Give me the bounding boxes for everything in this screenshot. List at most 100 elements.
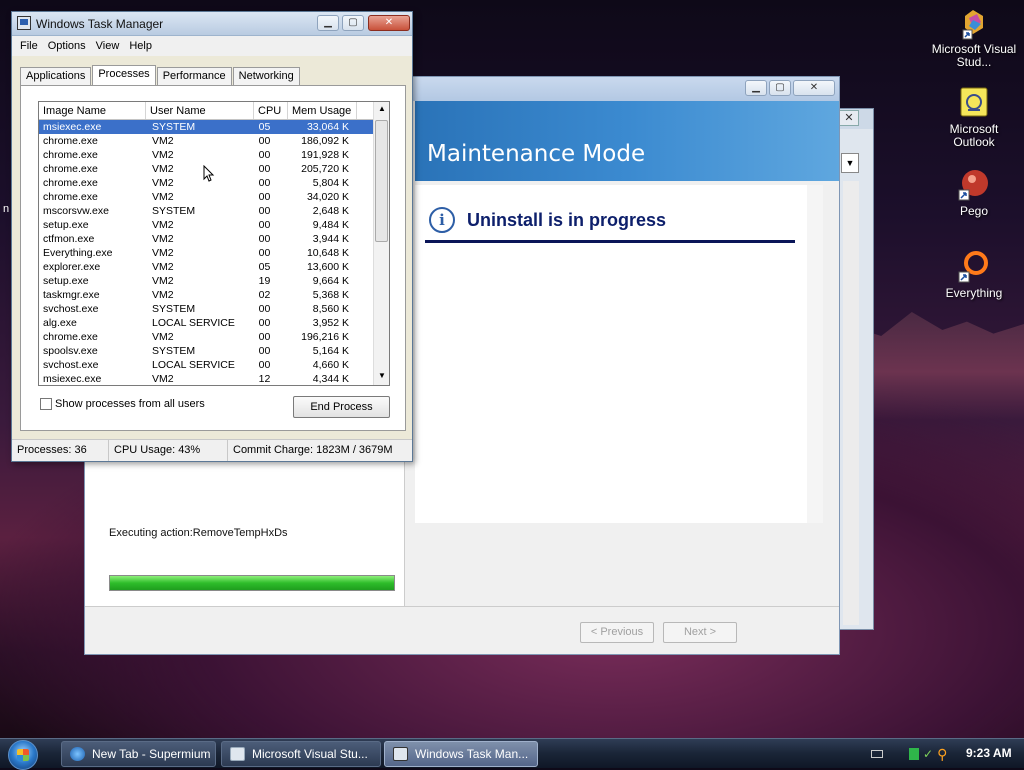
task-manager-icon: [393, 747, 408, 761]
next-button[interactable]: Next >: [663, 622, 737, 643]
close-button[interactable]: ✕: [793, 80, 835, 96]
minimize-button[interactable]: ▁: [745, 80, 767, 96]
column-mem-usage[interactable]: Mem Usage: [288, 102, 357, 119]
desktop-icon-pego[interactable]: Pego: [929, 168, 1019, 218]
menu-options[interactable]: Options: [48, 40, 86, 52]
process-user-name: VM2: [152, 275, 174, 287]
menu-file[interactable]: File: [20, 40, 38, 52]
process-image-name: explorer.exe: [43, 261, 101, 273]
status-bar: Processes: 36 CPU Usage: 43% Commit Char…: [12, 439, 412, 461]
process-mem-usage: 2,648 K: [312, 205, 349, 217]
process-row[interactable]: setup.exe VM2 00 9,484 K: [39, 218, 389, 232]
close-icon[interactable]: ✕: [839, 110, 859, 126]
background-window-scrollbar[interactable]: [843, 181, 859, 625]
taskbar-item-browser[interactable]: New Tab - Supermium: [61, 741, 216, 767]
installer-content: i Uninstall is in progress: [415, 185, 807, 523]
task-manager-icon: [17, 16, 31, 30]
chevron-down-icon[interactable]: ▼: [841, 153, 859, 173]
minimize-button[interactable]: ▁: [317, 15, 339, 31]
checkbox-box[interactable]: [40, 398, 52, 410]
uninstall-title: Uninstall is in progress: [467, 209, 667, 230]
process-row[interactable]: explorer.exe VM2 05 13,600 K: [39, 260, 389, 274]
process-row[interactable]: ctfmon.exe VM2 00 3,944 K: [39, 232, 389, 246]
end-process-button[interactable]: End Process: [293, 396, 390, 418]
process-list[interactable]: Image Name User Name CPU Mem Usage msiex…: [38, 101, 390, 386]
process-image-name: ctfmon.exe: [43, 233, 95, 245]
process-mem-usage: 10,648 K: [306, 247, 349, 259]
taskbar-item-task-manager[interactable]: Windows Task Man...: [384, 741, 538, 767]
process-cpu: 00: [258, 317, 271, 329]
scroll-up-icon[interactable]: ▲: [376, 104, 388, 116]
column-image-name[interactable]: Image Name: [39, 102, 146, 119]
process-cpu: 00: [258, 163, 271, 175]
task-manager-titlebar[interactable]: Windows Task Manager ▁ ▢ ✕: [12, 12, 412, 36]
process-row[interactable]: chrome.exe VM2 00 34,020 K: [39, 190, 389, 204]
process-row[interactable]: mscorsvw.exe SYSTEM 00 2,648 K: [39, 204, 389, 218]
tab-applications[interactable]: Applications: [20, 67, 92, 85]
menu-view[interactable]: View: [96, 40, 120, 52]
scrollbar-thumb[interactable]: [375, 120, 388, 242]
desktop-icon-outlook[interactable]: Microsoft Outlook: [929, 86, 1019, 149]
process-mem-usage: 33,064 K: [306, 121, 349, 133]
uninstall-heading: i Uninstall is in progress: [429, 207, 666, 233]
process-cpu: 12: [258, 373, 271, 385]
process-user-name: VM2: [152, 373, 174, 385]
process-mem-usage: 191,928 K: [301, 149, 349, 161]
process-row[interactable]: alg.exe LOCAL SERVICE 00 3,952 K: [39, 316, 389, 330]
process-image-name: chrome.exe: [43, 163, 98, 175]
process-mem-usage: 5,368 K: [312, 289, 349, 301]
process-cpu: 00: [258, 247, 271, 259]
background-window[interactable]: ✕ ▼: [838, 108, 874, 630]
close-button[interactable]: ✕: [368, 15, 410, 31]
column-user-name[interactable]: User Name: [146, 102, 254, 119]
tab-networking[interactable]: Networking: [232, 67, 300, 85]
process-row[interactable]: taskmgr.exe VM2 02 5,368 K: [39, 288, 389, 302]
process-cpu: 00: [258, 191, 271, 203]
process-cpu: 19: [258, 275, 271, 287]
process-cpu: 02: [258, 289, 271, 301]
process-row[interactable]: Everything.exe VM2 00 10,648 K: [39, 246, 389, 260]
tab-performance[interactable]: Performance: [156, 67, 232, 85]
menu-help[interactable]: Help: [129, 40, 152, 52]
process-image-name: msiexec.exe: [43, 121, 102, 133]
keyboard-icon[interactable]: [871, 750, 883, 758]
desktop-icon-visual-studio[interactable]: Microsoft Visual Stud...: [929, 6, 1019, 69]
content-scrollbar[interactable]: [807, 185, 823, 523]
tab-processes[interactable]: Processes: [92, 65, 156, 85]
previous-button[interactable]: < Previous: [580, 622, 654, 643]
search-icon[interactable]: ⚲: [937, 746, 947, 763]
process-row[interactable]: spoolsv.exe SYSTEM 00 5,164 K: [39, 344, 389, 358]
process-row[interactable]: svchost.exe SYSTEM 00 8,560 K: [39, 302, 389, 316]
installer-footer: < Previous Next >: [85, 606, 839, 654]
taskbar-item-visual-studio[interactable]: Microsoft Visual Stu...: [221, 741, 381, 767]
process-list-scrollbar[interactable]: ▲ ▼: [373, 102, 389, 385]
process-row[interactable]: setup.exe VM2 19 9,664 K: [39, 274, 389, 288]
maximize-button[interactable]: ▢: [342, 15, 364, 31]
taskbar-item-label: Windows Task Man...: [415, 747, 529, 761]
maximize-button[interactable]: ▢: [769, 80, 791, 96]
show-all-users-checkbox[interactable]: Show processes from all users: [40, 398, 205, 410]
desktop-icon-label: Microsoft Visual Stud...: [931, 42, 1017, 69]
process-image-name: chrome.exe: [43, 177, 98, 189]
process-row[interactable]: msiexec.exe VM2 12 4,344 K: [39, 372, 389, 385]
process-row[interactable]: msiexec.exe SYSTEM 05 33,064 K: [39, 120, 389, 134]
process-row[interactable]: chrome.exe VM2 00 191,928 K: [39, 148, 389, 162]
start-button[interactable]: [8, 740, 38, 770]
column-cpu[interactable]: CPU: [254, 102, 288, 119]
process-mem-usage: 5,804 K: [312, 177, 349, 189]
process-user-name: VM2: [152, 219, 174, 231]
process-row[interactable]: chrome.exe VM2 00 196,216 K: [39, 330, 389, 344]
process-cpu: 00: [258, 205, 271, 217]
scroll-down-icon[interactable]: ▼: [376, 371, 388, 383]
process-row[interactable]: chrome.exe VM2 00 186,092 K: [39, 134, 389, 148]
desktop-icon-everything[interactable]: Everything: [929, 250, 1019, 300]
processes-panel: Image Name User Name CPU Mem Usage msiex…: [20, 85, 406, 431]
taskbar-clock[interactable]: 9:23 AM: [966, 746, 1012, 760]
process-cpu: 00: [258, 345, 271, 357]
process-user-name: LOCAL SERVICE: [152, 317, 235, 329]
process-image-name: svchost.exe: [43, 359, 99, 371]
process-row[interactable]: svchost.exe LOCAL SERVICE 00 4,660 K: [39, 358, 389, 372]
task-manager-window[interactable]: Windows Task Manager ▁ ▢ ✕ File Options …: [11, 11, 413, 462]
network-icon[interactable]: [909, 748, 919, 760]
speaker-icon[interactable]: ✓: [923, 747, 933, 761]
